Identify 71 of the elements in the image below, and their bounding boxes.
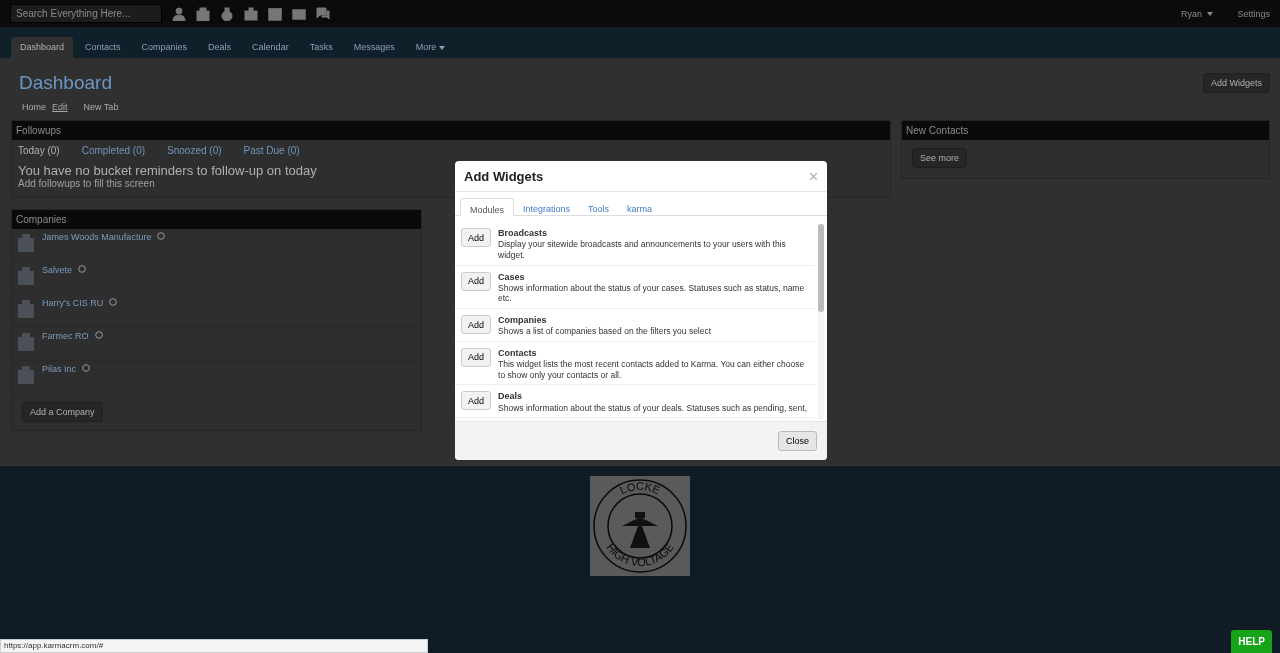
nav-tab[interactable]: Calendar <box>243 37 298 58</box>
close-button[interactable]: Close <box>778 431 817 451</box>
add-button[interactable]: Add <box>461 271 491 291</box>
nav-tab[interactable]: Contacts <box>76 37 130 58</box>
followup-tab[interactable]: Completed (0) <box>81 145 146 156</box>
building-icon[interactable] <box>196 6 210 21</box>
nav-tab[interactable]: Deals <box>199 37 241 58</box>
company-link[interactable]: James Woods Manufacture <box>42 232 152 242</box>
status-url: https://app.karmacrm.com/# <box>0 639 428 653</box>
widget-name: Contacts <box>498 347 538 360</box>
dialog-tab[interactable]: Integrations <box>514 198 580 215</box>
widget-name: Companies <box>498 315 548 327</box>
nav-tab[interactable]: Companies <box>132 37 197 58</box>
nav-tab[interactable]: Dashboard <box>11 37 74 58</box>
panel-header: New Contacts <box>902 121 1269 140</box>
panel-header: Followups <box>12 121 890 140</box>
dialog-tab[interactable]: Tools <box>579 198 619 215</box>
building-icon <box>16 364 36 384</box>
add-button[interactable]: Add <box>461 228 491 247</box>
nav-tab[interactable]: Tasks <box>300 37 342 58</box>
widget-name: Broadcasts <box>498 228 549 240</box>
building-icon <box>16 298 36 318</box>
widget-name: Deals <box>498 391 524 403</box>
widget-description: Shows information about the status of your cases. Statuses such as status, name etc. <box>498 282 806 304</box>
settings-link[interactable]: Settings <box>1237 8 1270 19</box>
breadcrumb-tab[interactable]: New Tab <box>83 102 119 118</box>
dialog-tab[interactable]: karma <box>618 198 662 215</box>
info-icon[interactable] <box>157 232 166 240</box>
edit-link[interactable]: Edit <box>52 102 68 118</box>
info-icon[interactable] <box>78 265 87 273</box>
chat-icon[interactable] <box>316 6 330 21</box>
caret-icon <box>439 45 446 50</box>
company-link[interactable]: Pilas Inc <box>42 364 76 374</box>
widget-description: Display your sitewide broadcasts and announcements to your users with this widget. <box>498 239 787 261</box>
add-button[interactable]: Add <box>461 315 491 334</box>
followup-tab[interactable]: Past Due (0) <box>243 145 300 156</box>
add-widgets-button[interactable]: Add Widgets <box>1202 73 1270 93</box>
nav-tab[interactable]: Messages <box>344 37 404 58</box>
widget-name: Cases <box>498 271 526 283</box>
building-icon <box>16 265 36 285</box>
nav-tab[interactable]: More <box>406 37 455 58</box>
help-button[interactable]: HELP <box>1231 630 1272 653</box>
info-icon[interactable] <box>94 331 103 339</box>
company-link[interactable]: Harry's CIS RU <box>42 298 104 308</box>
widget-description: Shows information about the status of your deals. Statuses such as pending, sent, <box>498 402 808 414</box>
building-icon <box>16 232 36 252</box>
company-link[interactable]: Farmec RO <box>42 331 89 341</box>
see-more-button[interactable]: See more <box>912 148 968 168</box>
info-icon[interactable] <box>82 364 90 372</box>
widget-description: Shows a list of companies based on the filters you select <box>498 326 712 337</box>
search-field[interactable]: Search Everything Here... <box>10 4 162 23</box>
dialog-title: Add Widgets <box>464 168 544 184</box>
empty-message: You have no bucket reminders to follow-up on today <box>18 163 317 178</box>
company-link[interactable]: Salvete <box>42 265 73 275</box>
add-button[interactable]: Add <box>461 391 491 411</box>
scrollbar[interactable] <box>818 224 824 419</box>
dialog-tab[interactable]: Modules <box>460 198 515 216</box>
panel-header: Companies <box>12 210 421 229</box>
breadcrumb-tab[interactable]: Home <box>22 102 46 118</box>
add-company-button[interactable]: Add a Company <box>22 402 103 422</box>
caret-icon <box>1207 12 1214 17</box>
user-menu[interactable]: Ryan <box>1180 8 1214 19</box>
followup-tab[interactable]: Today (0) <box>18 145 60 156</box>
widget-description: This widget lists the most recent contacts added to Karma. You can either choose to show only your contacts or all. <box>498 359 806 381</box>
page-title: Dashboard <box>19 72 112 94</box>
add-button[interactable]: Add <box>461 347 491 367</box>
building-icon <box>16 331 36 351</box>
person-icon[interactable] <box>172 6 186 21</box>
info-icon[interactable] <box>109 298 118 306</box>
empty-hint: Add followups to fill this screen <box>18 178 155 189</box>
followup-tab[interactable]: Snoozed (0) <box>167 145 222 156</box>
